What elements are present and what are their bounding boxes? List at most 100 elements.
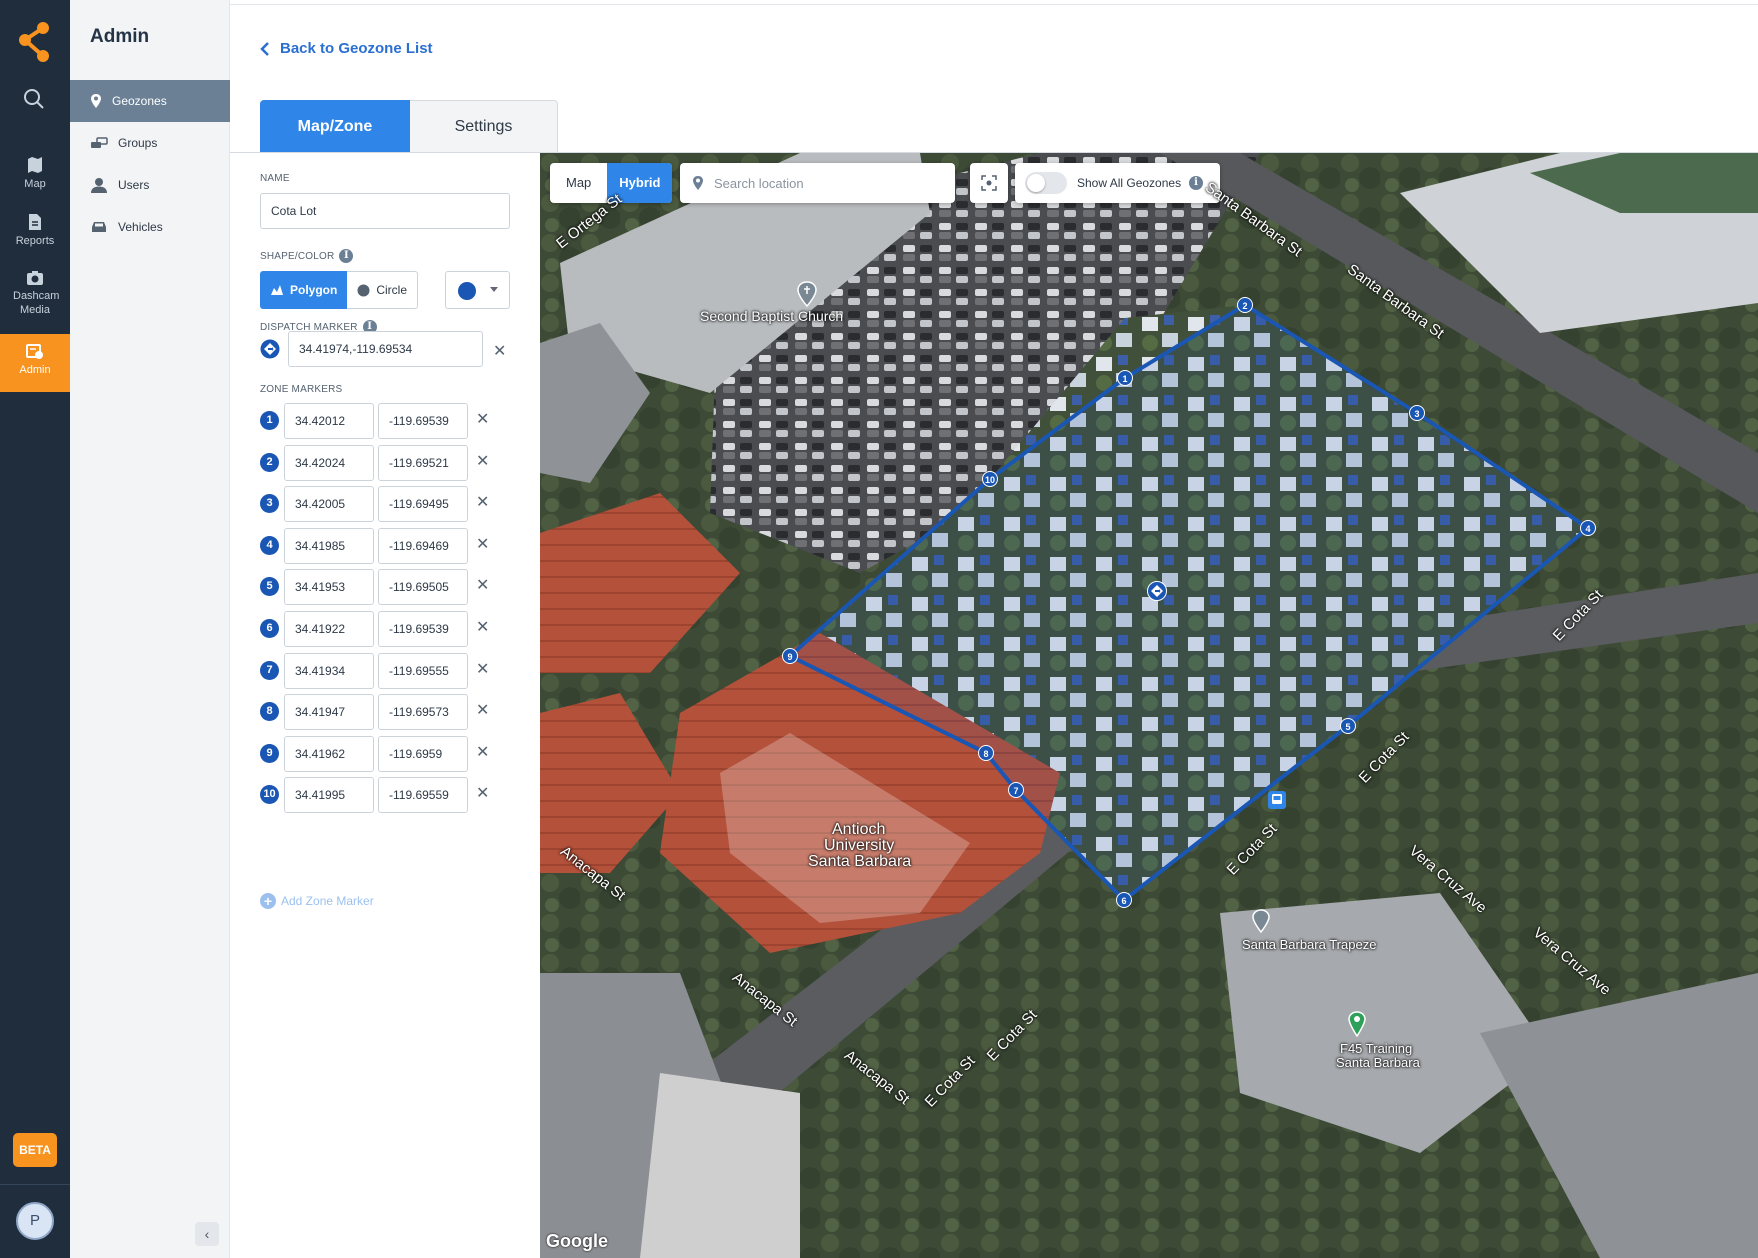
map-zone-marker[interactable]: 8 bbox=[978, 745, 994, 761]
rail-item-map[interactable]: Map bbox=[0, 156, 70, 191]
remove-zone-marker-icon[interactable]: ✕ bbox=[476, 575, 489, 595]
zone-marker-number: 8 bbox=[260, 702, 279, 722]
remove-zone-marker-icon[interactable]: ✕ bbox=[476, 700, 489, 720]
rail-item-dashcam-media[interactable]: Dashcam Media bbox=[0, 270, 70, 317]
map-poi-label: Second Baptist Church bbox=[700, 308, 844, 324]
sidebar-item-label: Vehicles bbox=[118, 220, 163, 234]
dispatch-marker-field[interactable]: 34.41974,-119.69534 bbox=[288, 331, 483, 367]
zone-marker-lat-field[interactable]: 34.41995 bbox=[284, 777, 374, 814]
tab-map-zone[interactable]: Map/Zone bbox=[260, 100, 410, 153]
info-icon[interactable]: i bbox=[339, 249, 354, 263]
name-field[interactable]: Cota Lot bbox=[260, 193, 510, 229]
zone-marker-lat-field[interactable]: 34.41922 bbox=[284, 611, 374, 647]
zone-marker-number: 2 bbox=[260, 452, 279, 472]
zone-markers-label: ZONE MARKERS bbox=[260, 384, 343, 395]
chevron-left-icon bbox=[260, 41, 269, 56]
remove-zone-marker-icon[interactable]: ✕ bbox=[476, 742, 489, 762]
remove-zone-marker-icon[interactable]: ✕ bbox=[476, 492, 489, 512]
map-zone-marker[interactable]: 6 bbox=[1116, 892, 1132, 908]
rail-item-label: Dashcam Media bbox=[13, 290, 60, 316]
zone-marker-lng-field[interactable]: -119.69521 bbox=[378, 444, 468, 481]
app-rail: Map Reports Dashcam Media Admin BETA P bbox=[0, 0, 70, 1258]
sidebar-item-vehicles[interactable]: Vehicles bbox=[70, 206, 230, 248]
zone-marker-lat-field[interactable]: 34.42024 bbox=[284, 444, 374, 481]
color-picker[interactable] bbox=[445, 271, 510, 309]
avatar[interactable]: P bbox=[16, 1202, 54, 1240]
app-logo-icon[interactable] bbox=[15, 20, 55, 64]
sidebar-item-label: Geozones bbox=[112, 94, 167, 108]
groups-icon bbox=[91, 137, 108, 148]
zone-marker-lng-field[interactable]: -119.69539 bbox=[378, 403, 468, 439]
zone-marker-number: 5 bbox=[260, 577, 279, 597]
shape-circle-option[interactable]: Circle bbox=[347, 271, 419, 309]
add-zone-marker-button[interactable]: + Add Zone Marker bbox=[260, 893, 374, 909]
zone-marker-lat-field[interactable]: 34.41962 bbox=[284, 735, 374, 772]
fit-zone-button[interactable] bbox=[970, 163, 1008, 203]
church-pin-icon bbox=[797, 281, 817, 307]
zone-marker-lng-field[interactable]: -119.69539 bbox=[378, 611, 468, 647]
sidebar-item-users[interactable]: Users bbox=[70, 164, 230, 206]
tab-bar: Map/Zone Settings bbox=[260, 100, 558, 153]
info-icon[interactable]: i bbox=[1189, 176, 1204, 190]
zone-marker-lat-field[interactable]: 34.41947 bbox=[284, 694, 374, 731]
map-poi-label: Santa Barbara bbox=[1336, 1055, 1420, 1070]
zone-marker-lat-field[interactable]: 34.41985 bbox=[284, 527, 374, 564]
location-pin-icon bbox=[91, 94, 101, 108]
map-poi-label: Santa Barbara Trapeze bbox=[1242, 937, 1377, 952]
collapse-sidebar-button[interactable]: ‹ bbox=[195, 1222, 219, 1246]
map-zone-marker[interactable]: 4 bbox=[1580, 520, 1596, 536]
remove-zone-marker-icon[interactable]: ✕ bbox=[476, 451, 489, 471]
sidebar-item-label: Groups bbox=[118, 136, 158, 150]
sidebar-item-geozones[interactable]: Geozones bbox=[70, 80, 230, 122]
dispatch-marker-pin-icon[interactable] bbox=[1147, 581, 1167, 601]
map-zone-marker[interactable]: 5 bbox=[1340, 718, 1356, 734]
tab-settings[interactable]: Settings bbox=[410, 100, 558, 153]
zone-marker-lng-field[interactable]: -119.69505 bbox=[378, 569, 468, 606]
map-zone-marker[interactable]: 2 bbox=[1237, 297, 1253, 313]
zone-marker-lng-field[interactable]: -119.69559 bbox=[378, 777, 468, 814]
back-to-list-link[interactable]: Back to Geozone List bbox=[260, 40, 433, 57]
shape-color-label: SHAPE/COLOR i bbox=[260, 249, 354, 263]
user-icon bbox=[91, 178, 107, 193]
remove-zone-marker-icon[interactable]: ✕ bbox=[476, 617, 489, 637]
map-zone-marker[interactable]: 10 bbox=[982, 471, 998, 487]
remove-zone-marker-icon[interactable]: ✕ bbox=[476, 409, 489, 429]
clear-dispatch-icon[interactable]: ✕ bbox=[493, 341, 506, 361]
back-link-label: Back to Geozone List bbox=[280, 40, 433, 57]
sidebar-item-groups[interactable]: Groups bbox=[70, 122, 230, 164]
map-zone-marker[interactable]: 9 bbox=[782, 648, 798, 664]
shape-selector: Polygon Circle bbox=[260, 271, 419, 309]
show-all-geozones-toggle[interactable] bbox=[1025, 172, 1067, 194]
polygon-icon bbox=[271, 285, 283, 295]
shape-option-label: Circle bbox=[376, 283, 408, 297]
zone-marker-lat-field[interactable]: 34.41934 bbox=[284, 652, 374, 689]
zone-marker-lat-field[interactable]: 34.42012 bbox=[284, 403, 374, 439]
zone-marker-lat-field[interactable]: 34.41953 bbox=[284, 569, 374, 606]
remove-zone-marker-icon[interactable]: ✕ bbox=[476, 659, 489, 679]
map-poi-label: F45 Training bbox=[1340, 1041, 1413, 1056]
map-poi-label: Santa Barbara bbox=[808, 853, 912, 870]
zone-marker-lat-field[interactable]: 34.42005 bbox=[284, 486, 374, 523]
map-zone-marker[interactable]: 7 bbox=[1008, 782, 1024, 798]
zone-marker-lng-field[interactable]: -119.69555 bbox=[378, 652, 468, 689]
map-view[interactable]: 1 2 3 4 5 6 7 8 9 10 Map Hybrid Search location S… bbox=[540, 153, 1758, 1258]
zone-marker-lng-field[interactable]: -119.69469 bbox=[378, 527, 468, 564]
rail-item-admin[interactable]: Admin bbox=[0, 334, 70, 392]
beta-badge[interactable]: BETA bbox=[13, 1133, 57, 1167]
map-zone-marker[interactable]: 3 bbox=[1409, 405, 1425, 421]
search-placeholder: Search location bbox=[714, 175, 804, 191]
zone-marker-lng-field[interactable]: -119.6959 bbox=[378, 735, 468, 772]
search-icon[interactable] bbox=[23, 88, 45, 115]
rail-divider bbox=[0, 1184, 70, 1185]
map-zone-marker[interactable]: 1 bbox=[1117, 370, 1133, 386]
zone-marker-lng-field[interactable]: -119.69495 bbox=[378, 486, 468, 523]
remove-zone-marker-icon[interactable]: ✕ bbox=[476, 783, 489, 803]
search-location[interactable]: Search location bbox=[680, 163, 955, 203]
zone-marker-lng-field[interactable]: -119.69573 bbox=[378, 694, 468, 731]
shape-polygon-option[interactable]: Polygon bbox=[260, 271, 348, 309]
zone-marker-number: 1 bbox=[260, 411, 279, 430]
remove-zone-marker-icon[interactable]: ✕ bbox=[476, 534, 489, 554]
map-type-map[interactable]: Map bbox=[550, 163, 607, 203]
name-label: NAME bbox=[260, 173, 290, 184]
rail-item-reports[interactable]: Reports bbox=[0, 213, 70, 248]
